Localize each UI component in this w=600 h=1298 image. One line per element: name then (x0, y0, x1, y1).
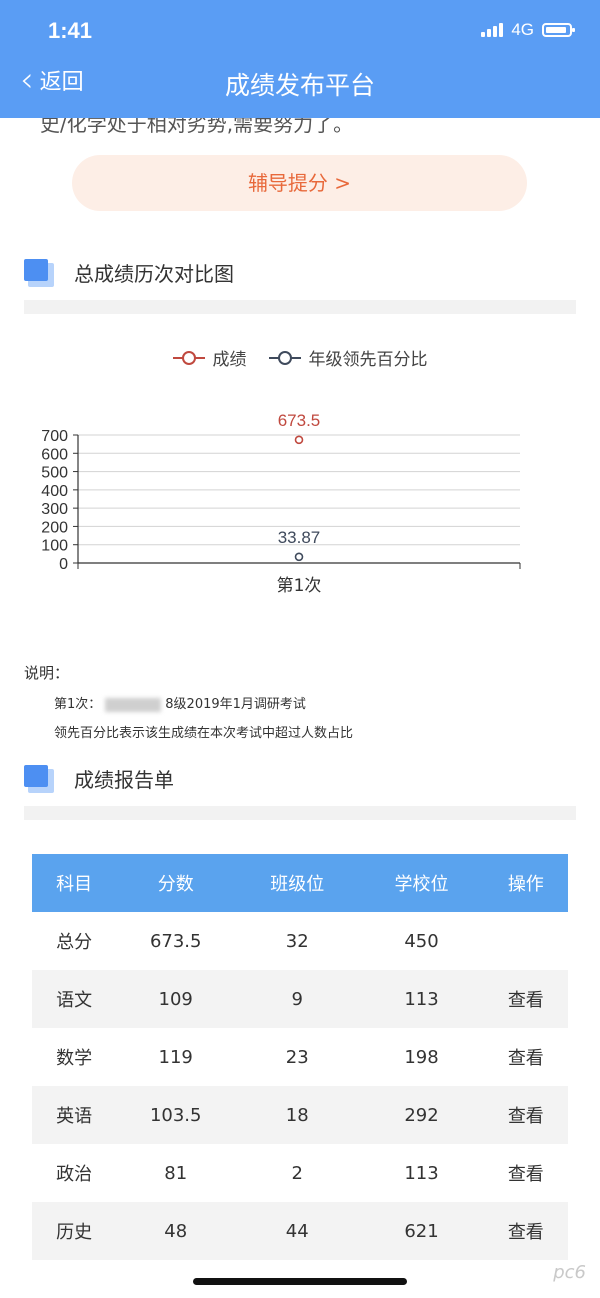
cell-class-rank: 23 (285, 1046, 309, 1068)
history-section-header: 总成绩历次对比图 (24, 258, 234, 287)
cell-school-rank: 198 (404, 1046, 439, 1068)
cell-school-rank: 450 (404, 930, 439, 952)
cell-score: 119 (158, 1046, 193, 1068)
cell-subject: 政治 (56, 1164, 93, 1185)
cell-score: 48 (116, 1202, 236, 1260)
grades-table: 科目 分数 班级位 学校位 操作 总分 673.5 32 450 语文 109 … (32, 854, 568, 1260)
section-divider (24, 300, 576, 314)
y-tick-label: 700 (41, 428, 68, 445)
legend-item-percent[interactable]: 年级领先百分比 (268, 345, 428, 370)
report-section-title: 成绩报告单 (74, 768, 174, 792)
table-header-row: 科目 分数 班级位 学校位 操作 (32, 854, 568, 912)
cell-school-rank: 113 (359, 970, 484, 1028)
legend-marker-percent-icon (268, 350, 301, 365)
view-details-link[interactable]: 查看 (483, 1086, 568, 1144)
network-label: 4G (511, 20, 534, 39)
signal-icon (481, 23, 504, 37)
cell-score: 103.5 (116, 1086, 236, 1144)
score-history-chart: 0100 200300400500 600700 第1次 673.5 33.87 (41, 411, 521, 596)
data-label: 33.87 (278, 528, 321, 547)
header-class-rank: 班级位 (235, 854, 360, 912)
cell-class-rank: 2 (291, 1162, 303, 1184)
cell-school-rank: 292 (359, 1086, 484, 1144)
status-time: 1:41 (48, 18, 93, 43)
header-action: 操作 (483, 854, 568, 912)
cell-subject: 英语 (32, 1086, 117, 1144)
note-exam-suffix: 8级2019年1月调研考试 (165, 697, 306, 712)
header-school-rank: 学校位 (359, 854, 484, 912)
redacted-school-name (105, 697, 162, 712)
legend-label-score: 成绩 (212, 350, 247, 370)
view-details-link[interactable]: 查看 (484, 1144, 568, 1202)
y-tick-label: 0 (59, 556, 68, 573)
cell-subject: 历史 (32, 1202, 117, 1260)
note-exam-prefix: 第1次： (54, 697, 102, 712)
y-tick-label: 500 (41, 465, 68, 482)
cell-class-rank: 9 (235, 970, 360, 1028)
view-details-link[interactable]: 查看 (483, 970, 568, 1028)
cell-subject: 数学 (56, 1048, 93, 1069)
y-tick-label: 600 (41, 446, 68, 463)
cell-subject: 总分 (56, 932, 93, 953)
legend-label-percent: 年级领先百分比 (308, 350, 428, 370)
top-bar: 1:41 4G ‹ 返回 成绩发布平台 (0, 0, 600, 118)
view-details-link[interactable]: 查看 (484, 1028, 568, 1086)
cell-subject: 语文 (32, 970, 117, 1028)
y-tick-label: 100 (41, 538, 68, 555)
note-percent-line: 领先百分比表示该生成绩在本次考试中超过人数占比 (54, 726, 354, 741)
page-title: 成绩发布平台 (224, 71, 375, 100)
status-indicators: 4G (481, 20, 575, 40)
chart-legend: 成绩 年级领先百分比 (0, 345, 600, 370)
battery-icon (542, 23, 575, 37)
table-row: 英语 103.5 18 292 查看 (32, 1086, 568, 1144)
chart-notes: 说明： 第1次： 8级2019年1月调研考试 领先百分比表示该生成绩在本次考试中超… (24, 662, 353, 741)
legend-marker-score-icon (172, 350, 205, 365)
report-section-header: 成绩报告单 (24, 764, 174, 793)
note-exam-line: 第1次： 8级2019年1月调研考试 (54, 693, 353, 712)
history-section-title: 总成绩历次对比图 (74, 262, 234, 286)
section-icon (24, 258, 56, 287)
cell-class-rank: 32 (285, 930, 309, 952)
cell-school-rank: 621 (359, 1202, 484, 1260)
cell-score: 109 (116, 970, 236, 1028)
header-subject: 科目 (32, 854, 117, 912)
table-row: 数学 119 23 198 查看 (32, 1028, 568, 1086)
home-indicator[interactable] (193, 1278, 407, 1285)
table-row: 总分 673.5 32 450 (32, 912, 568, 970)
x-tick-label: 第1次 (277, 576, 322, 596)
section-icon (24, 764, 56, 793)
cell-school-rank: 113 (404, 1162, 439, 1184)
legend-item-score[interactable]: 成绩 (172, 345, 247, 370)
y-tick-label: 400 (41, 483, 68, 500)
data-label: 673.5 (278, 411, 321, 430)
view-details-link[interactable]: 查看 (483, 1202, 568, 1260)
notes-heading: 说明： (24, 664, 70, 682)
header-score: 分数 (116, 854, 236, 912)
section-divider (24, 806, 576, 820)
cell-class-rank: 18 (235, 1086, 360, 1144)
y-tick-label: 200 (41, 519, 68, 536)
cell-class-rank: 44 (235, 1202, 360, 1260)
cell-score: 673.5 (149, 930, 202, 952)
table-row: 语文 109 9 113 查看 (32, 970, 568, 1028)
cell-score: 81 (164, 1162, 188, 1184)
table-row: 历史 48 44 621 查看 (32, 1202, 568, 1260)
tutor-button[interactable]: 辅导提分 > (72, 155, 527, 211)
watermark-logo: pc6 (553, 1262, 586, 1283)
y-tick-label: 300 (41, 501, 68, 518)
cell-action (484, 912, 568, 970)
table-row: 政治 81 2 113 查看 (32, 1144, 568, 1202)
data-point (294, 552, 304, 562)
data-point (294, 435, 304, 445)
